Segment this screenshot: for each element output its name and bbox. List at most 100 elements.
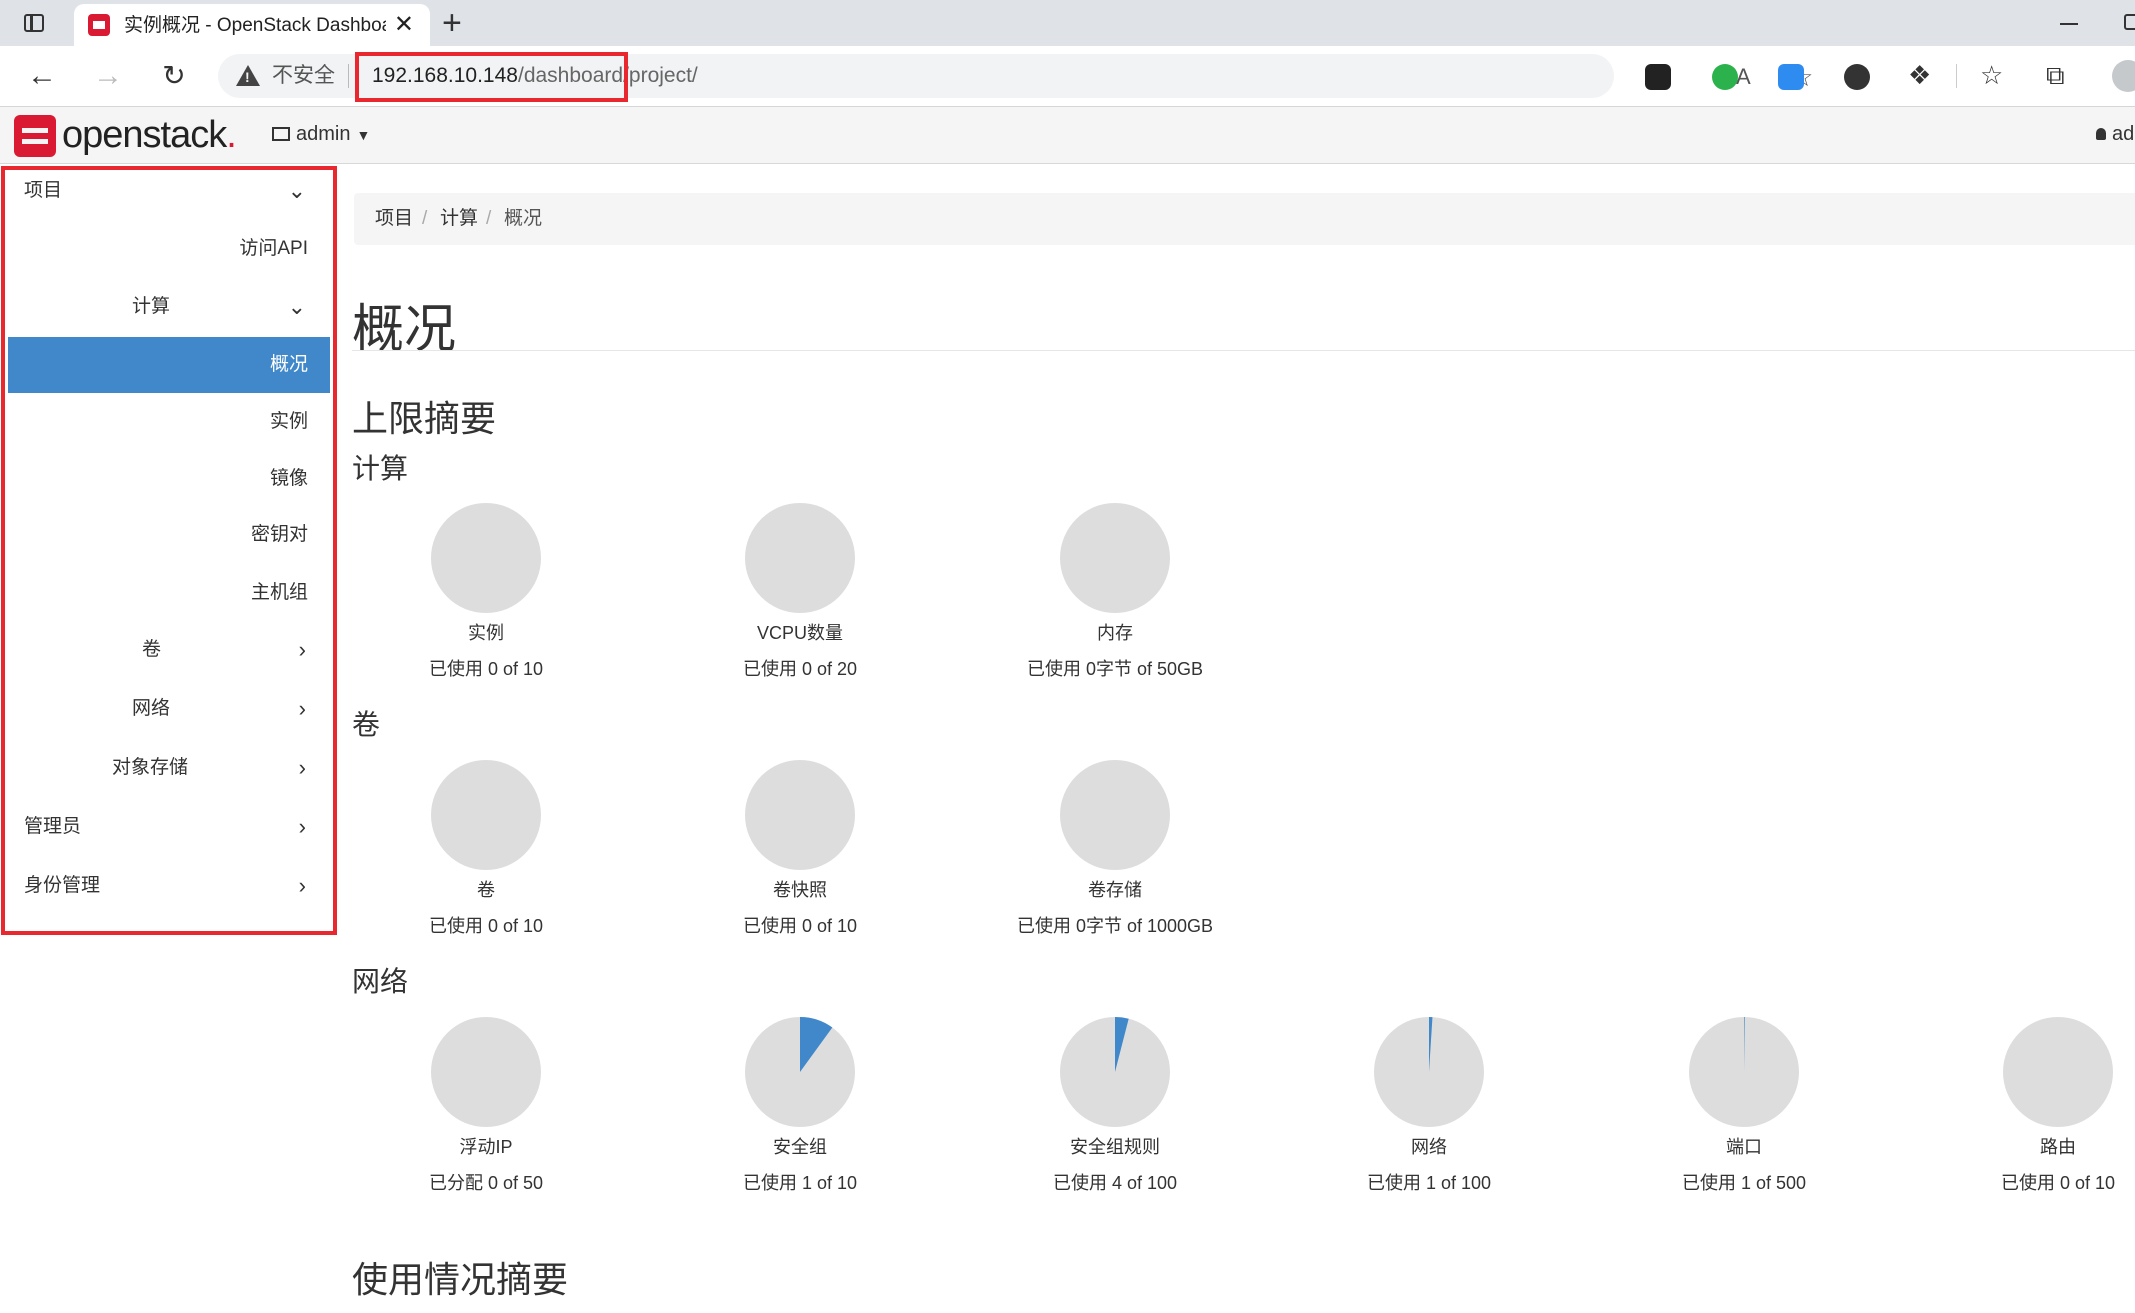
project-name: admin [296, 123, 351, 145]
new-tab-button[interactable]: + [442, 6, 462, 40]
chart-usage: 已使用 0 of 10 [742, 916, 858, 936]
collections-icon[interactable]: ⧉ [2046, 60, 2065, 90]
vertical-tabs-icon[interactable] [24, 14, 44, 32]
quota-chart-security-group-rules: 安全组规则 已使用 4 of 100 [1015, 1016, 1215, 1194]
quota-chart-volume-storage: 卷存储 已使用 0字节 of 1000GB [1015, 759, 1215, 937]
openstack-logo-icon[interactable] [14, 115, 56, 157]
breadcrumb-project[interactable]: 项目 [375, 193, 413, 245]
chart-label: 安全组规则 [1070, 1137, 1160, 1157]
favorites-icon[interactable]: ☆ [1980, 60, 2003, 90]
sidebar-item-label: 概况 [269, 354, 308, 375]
reload-icon[interactable]: ↻ [154, 56, 194, 96]
chart-label: 卷存储 [1088, 880, 1142, 900]
browser-tab[interactable]: 实例概况 - OpenStack Dashboard ✕ [74, 4, 430, 46]
chart-label: 卷快照 [773, 880, 827, 900]
title-divider [352, 350, 2135, 351]
user-menu[interactable]: ad [2096, 120, 2134, 148]
quota-chart-routers: 路由 已使用 0 of 10 [1958, 1016, 2135, 1194]
chevron-right-icon: › [298, 755, 306, 780]
minimize-icon[interactable] [2060, 23, 2078, 25]
extension-3-icon[interactable] [1778, 64, 1804, 90]
pie-chart [745, 760, 855, 870]
forward-arrow-icon[interactable]: → [88, 56, 128, 96]
quota-chart-volumes: 卷 已使用 0 of 10 [386, 759, 586, 937]
sidebar-item-images[interactable]: 镜像 [8, 451, 330, 507]
sidebar-item-label: 项目 [24, 180, 63, 201]
sidebar-item-compute[interactable]: 计算 ⌄ [8, 279, 330, 335]
chevron-right-icon: › [298, 814, 306, 839]
warning-icon[interactable] [236, 65, 260, 86]
sidebar-item-label: 密钥对 [250, 524, 308, 545]
chart-label: 内存 [1097, 623, 1133, 643]
sidebar-item-label: 主机组 [250, 582, 308, 603]
pie-chart [1060, 503, 1170, 613]
back-arrow-icon[interactable]: ← [22, 56, 62, 96]
chevron-right-icon: › [298, 696, 306, 721]
sidebar-item-api-access[interactable]: 访问API [8, 221, 330, 277]
user-name: ad [2112, 123, 2135, 145]
chart-usage: 已分配 0 of 50 [428, 1173, 544, 1193]
pie-chart [431, 760, 541, 870]
pie-chart [1689, 1017, 1799, 1127]
restore-window-icon[interactable] [2124, 14, 2135, 30]
sidebar-item-admin[interactable]: 管理员 › [8, 799, 330, 855]
breadcrumb-compute[interactable]: 计算 [440, 193, 478, 245]
chart-label: 浮动IP [459, 1137, 513, 1157]
section-title-network: 网络 [352, 966, 409, 997]
chart-usage: 已使用 0字节 of 50GB [1026, 659, 1204, 679]
project-selector[interactable]: admin ▼ [272, 120, 370, 149]
tab-close-icon[interactable]: ✕ [394, 12, 414, 38]
sidebar-item-identity[interactable]: 身份管理 › [8, 858, 330, 914]
pie-background [1060, 503, 1170, 613]
chart-usage: 已使用 0 of 10 [428, 659, 544, 679]
url-divider [348, 64, 349, 88]
pie-background [431, 760, 541, 870]
chart-usage: 已使用 0字节 of 1000GB [1016, 916, 1214, 936]
pie-background [431, 503, 541, 613]
sidebar-item-keypairs[interactable]: 密钥对 [8, 507, 330, 563]
sidebar-item-object-store[interactable]: 对象存储 › [8, 740, 330, 796]
sidebar-item-server-groups[interactable]: 主机组 [8, 565, 330, 621]
chart-usage: 已使用 0 of 10 [428, 916, 544, 936]
pie-chart [745, 1017, 855, 1127]
sidebar-item-network[interactable]: 网络 › [8, 681, 330, 737]
sidebar-item-instances[interactable]: 实例 [8, 394, 330, 450]
sidebar-item-label: 镜像 [269, 468, 308, 489]
sidebar: 项目 ⌄ 访问API 计算 ⌄ 概况 实例 镜像 密钥对 主机组 卷 › 网络 … [0, 163, 338, 935]
user-icon [2096, 128, 2106, 140]
tab-title: 实例概况 - OpenStack Dashboard [124, 15, 386, 36]
pie-background [2003, 1017, 2113, 1127]
chevron-right-icon: › [298, 637, 306, 662]
pie-chart [1060, 760, 1170, 870]
extension-1-icon[interactable] [1645, 64, 1671, 90]
evernote-icon[interactable] [1844, 64, 1870, 90]
profile-avatar[interactable] [2112, 60, 2135, 92]
sidebar-item-label: 访问API [239, 238, 308, 259]
chart-usage: 已使用 4 of 100 [1052, 1173, 1178, 1193]
insecure-label[interactable]: 不安全 [272, 64, 335, 88]
sidebar-item-label: 计算 [132, 296, 171, 317]
openstack-logo-text[interactable]: openstack. [62, 113, 237, 157]
chevron-right-icon: › [298, 873, 306, 898]
quota-chart-networks: 网络 已使用 1 of 100 [1329, 1016, 1529, 1194]
extensions-puzzle-icon[interactable]: ❖ [1908, 60, 1931, 90]
usage-summary-heading: 使用情况摘要 [352, 1259, 569, 1300]
quota-chart-ram: 内存 已使用 0字节 of 50GB [1015, 502, 1215, 680]
page-title: 概况 [352, 300, 457, 359]
sidebar-item-project[interactable]: 项目 ⌄ [8, 163, 330, 219]
sidebar-item-volumes[interactable]: 卷 › [8, 622, 330, 678]
read-aloud-icon[interactable]: A [1736, 64, 1751, 90]
sidebar-item-label: 对象存储 [112, 757, 189, 778]
sidebar-item-label: 网络 [132, 698, 171, 719]
pie-background [745, 760, 855, 870]
extension-2-icon[interactable] [1712, 64, 1738, 90]
quota-chart-vcpus: VCPU数量 已使用 0 of 20 [700, 502, 900, 680]
toolbar-divider [1956, 64, 1957, 88]
logo-dot: . [226, 114, 237, 156]
chart-label: 安全组 [773, 1137, 827, 1157]
project-icon [272, 127, 290, 141]
logo-word: openstack [62, 114, 227, 156]
sidebar-item-label: 管理员 [24, 816, 82, 837]
sidebar-item-label: 卷 [142, 639, 162, 660]
sidebar-item-overview[interactable]: 概况 [8, 337, 330, 393]
